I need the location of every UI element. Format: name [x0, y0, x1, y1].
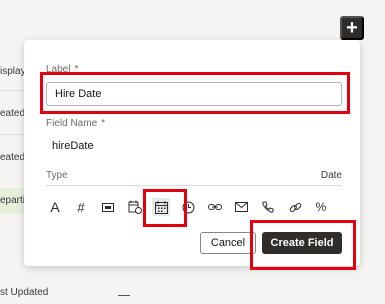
number-type-icon[interactable]: #: [72, 198, 90, 216]
label-field-title: Label *: [46, 64, 78, 75]
datetime-type-icon[interactable]: [126, 198, 144, 216]
id-card-type-icon[interactable]: [99, 198, 117, 216]
type-icon-bar: A # %: [46, 198, 342, 218]
field-name-value[interactable]: hireDate: [52, 140, 94, 152]
link-type-icon[interactable]: [206, 198, 224, 216]
date-type-icon[interactable]: [152, 198, 170, 216]
time-type-icon[interactable]: [179, 198, 197, 216]
text-type-icon[interactable]: A: [46, 198, 64, 216]
create-field-button[interactable]: Create Field: [262, 232, 342, 254]
field-name-title-text: Field Name: [46, 118, 98, 129]
label-input[interactable]: Hire Date: [46, 82, 342, 106]
cancel-button[interactable]: Cancel: [200, 232, 256, 254]
required-mark: *: [101, 118, 106, 129]
type-title: Type: [46, 170, 68, 181]
add-field-button[interactable]: +: [340, 16, 364, 40]
selected-type-value: Date: [320, 170, 342, 181]
required-mark: *: [74, 64, 79, 75]
label-title-text: Label: [46, 64, 71, 75]
create-field-popup: Label * Hire Date Field Name * hireDate Ty…: [24, 40, 360, 266]
field-name-title: Field Name *: [46, 118, 105, 129]
url-type-icon[interactable]: [286, 198, 304, 216]
email-type-icon[interactable]: [232, 198, 250, 216]
type-divider: [46, 185, 342, 186]
background-row-label: st Updated: [0, 287, 49, 298]
percent-type-icon[interactable]: %: [312, 198, 330, 216]
phone-type-icon[interactable]: [259, 198, 277, 216]
empty-value-dash: [118, 295, 130, 296]
